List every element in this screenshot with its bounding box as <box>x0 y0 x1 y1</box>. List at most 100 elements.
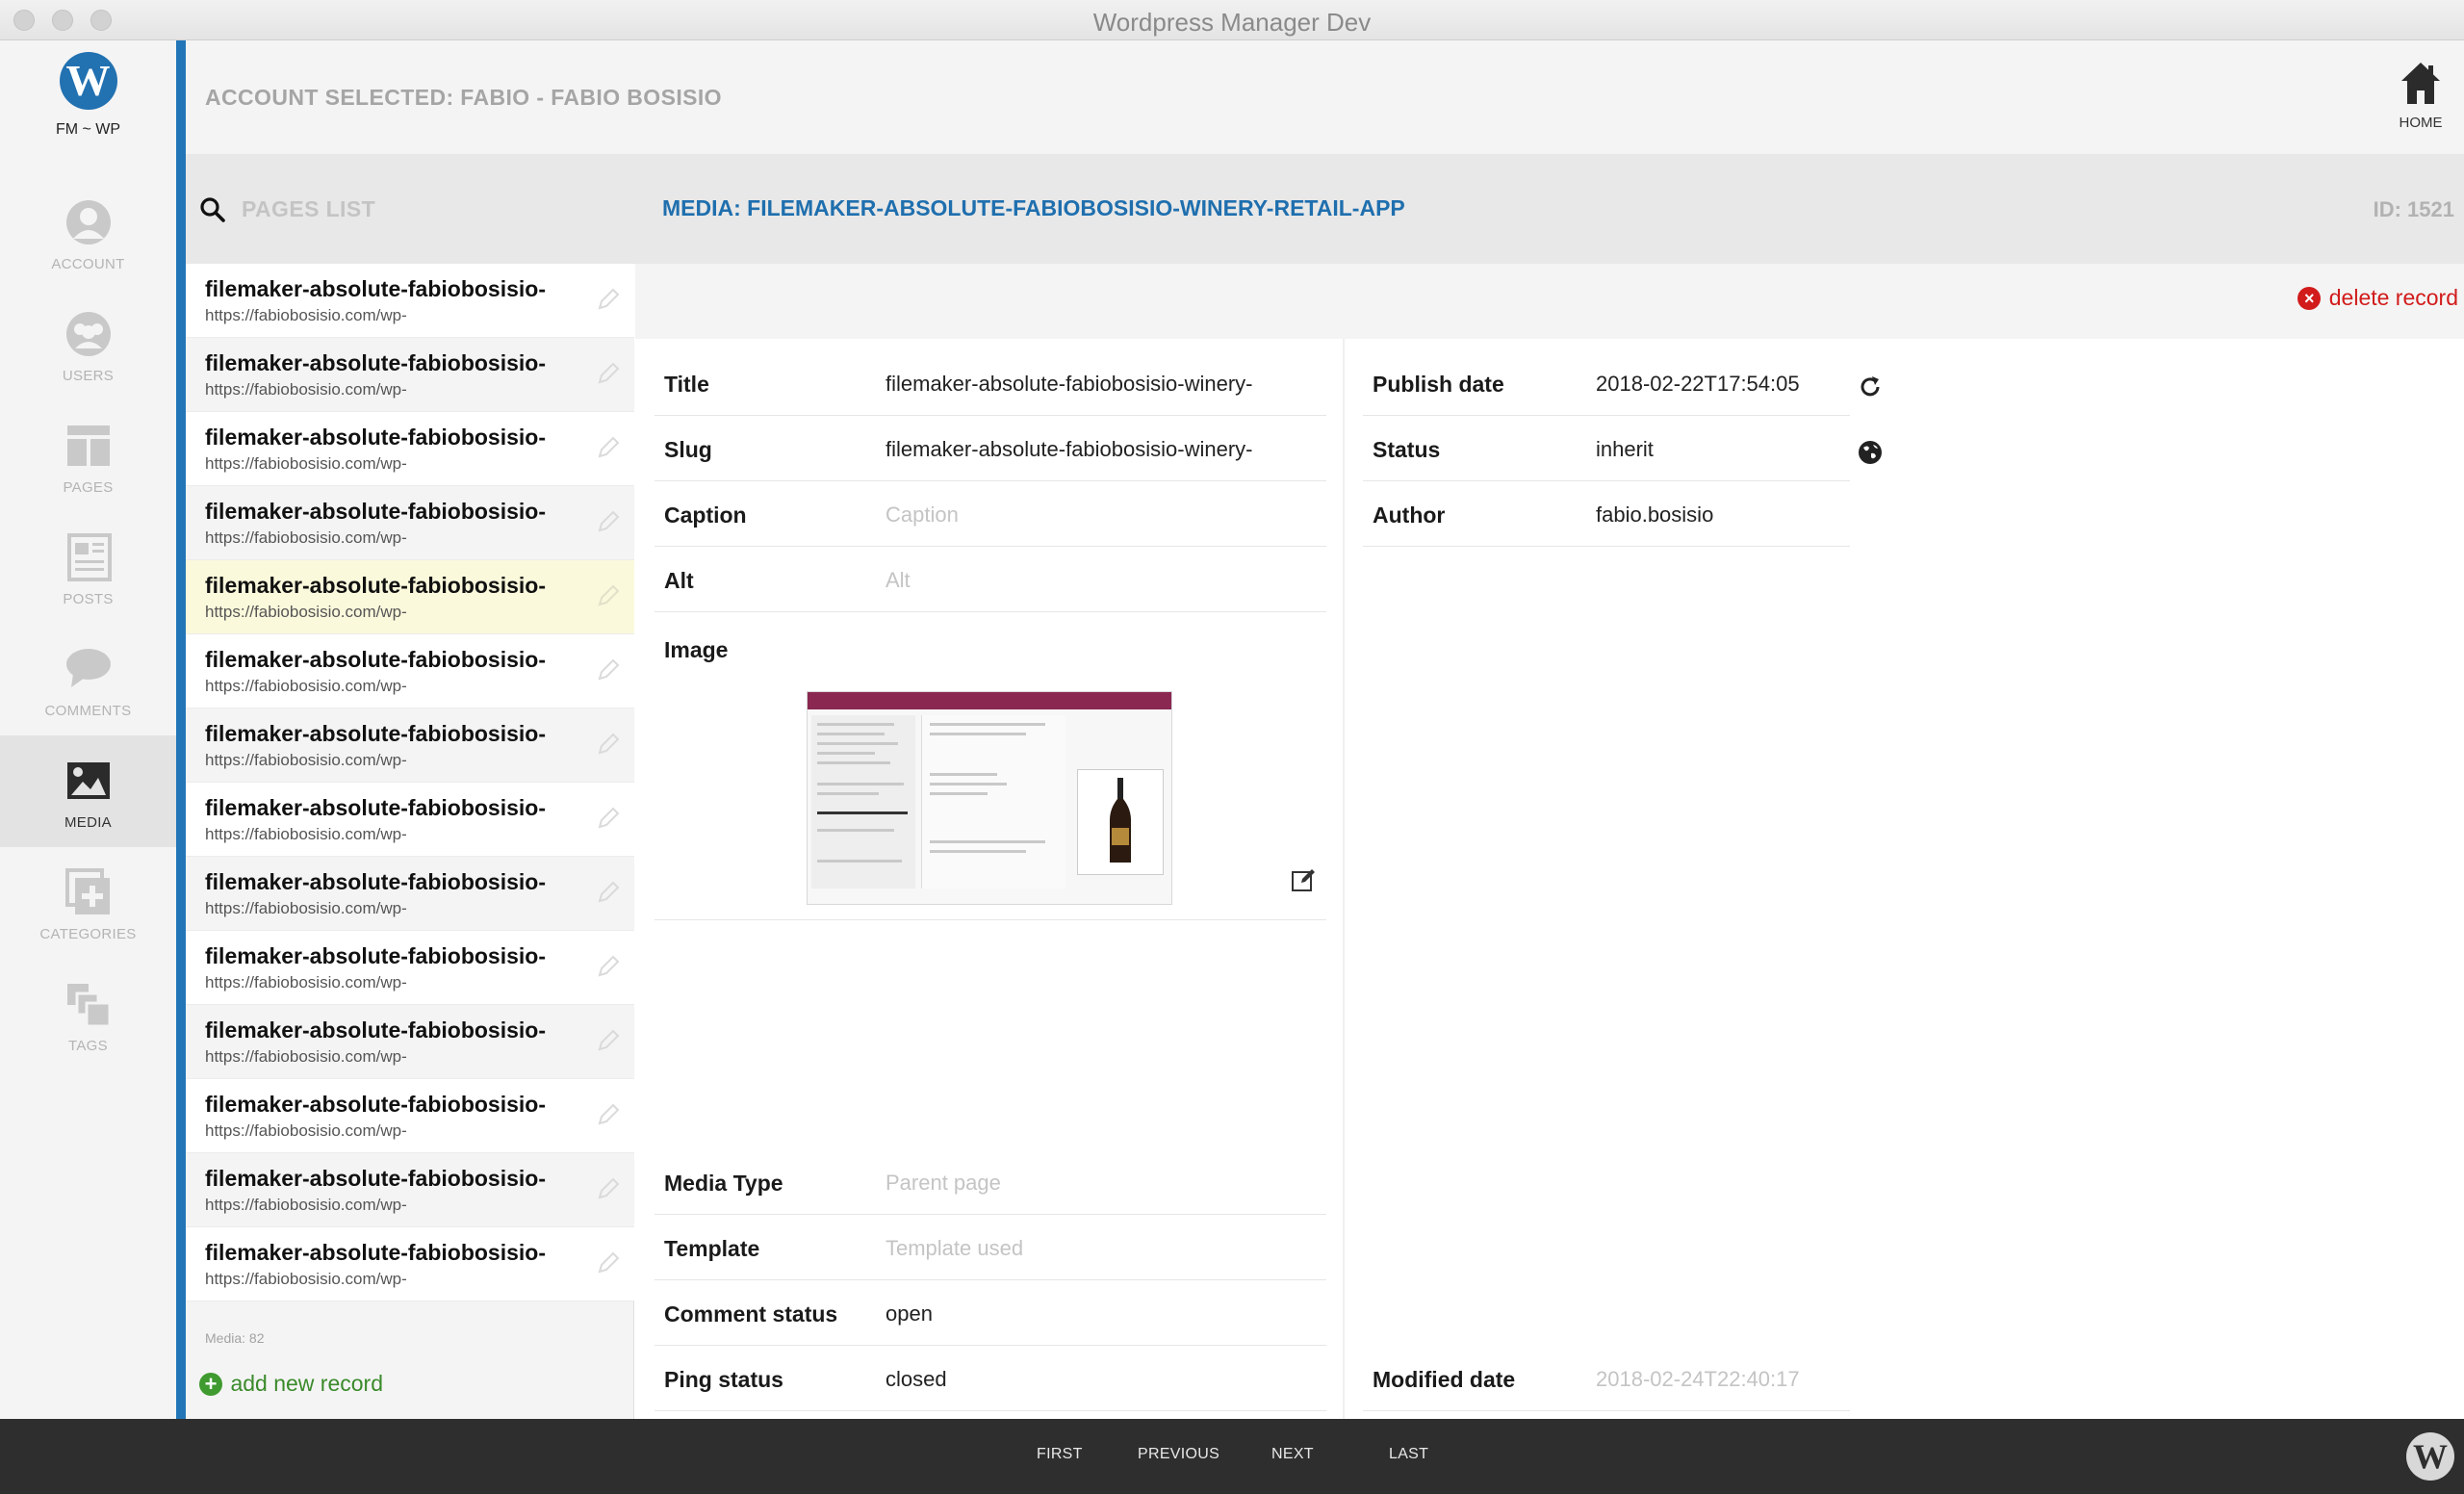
nav-label-account: ACCOUNT <box>51 256 125 272</box>
list-item[interactable]: filemaker-absolute-fabiobosisio- https:/… <box>186 338 634 412</box>
window-title: Wordpress Manager Dev <box>1092 8 1372 37</box>
list-item-title: filemaker-absolute-fabiobosisio- <box>205 350 547 375</box>
publish-date-field[interactable]: Publish date 2018-02-22T17:54:05 <box>1363 350 1850 416</box>
users-icon <box>66 312 111 356</box>
nav-item-comments[interactable]: COMMENTS <box>0 624 176 735</box>
list-item-title: filemaker-absolute-fabiobosisio- <box>205 943 547 968</box>
sub-header: PAGES LIST MEDIA: FILEMAKER-ABSOLUTE-FAB… <box>186 154 2464 264</box>
list-item[interactable]: filemaker-absolute-fabiobosisio- https:/… <box>186 857 634 931</box>
edit-image-icon[interactable] <box>1290 866 1317 893</box>
next-button[interactable]: NEXT <box>1271 1446 1314 1463</box>
comment-status-value[interactable]: open <box>886 1301 933 1327</box>
pencil-icon[interactable] <box>594 952 623 981</box>
pencil-icon[interactable] <box>594 1026 623 1055</box>
ping-status-field[interactable]: Ping status closed <box>654 1346 1326 1411</box>
pencil-icon[interactable] <box>594 878 623 907</box>
media-type-input[interactable]: Parent page <box>886 1171 1001 1196</box>
pencil-icon[interactable] <box>594 656 623 684</box>
list-item-url: https://fabiobosisio.com/wp- <box>205 751 407 769</box>
list-item[interactable]: filemaker-absolute-fabiobosisio- https:/… <box>186 1005 634 1079</box>
search-icon[interactable] <box>199 196 226 223</box>
list-item-url: https://fabiobosisio.com/wp- <box>205 973 407 992</box>
nav-item-pages[interactable]: PAGES <box>0 400 176 512</box>
pages-list-search-label[interactable]: PAGES LIST <box>242 196 375 222</box>
pencil-icon[interactable] <box>594 1249 623 1277</box>
author-value[interactable]: fabio.bosisio <box>1596 502 1713 528</box>
home-button[interactable]: HOME <box>2377 60 2464 137</box>
list-item[interactable]: filemaker-absolute-fabiobosisio- https:/… <box>186 264 634 338</box>
nav-item-users[interactable]: USERS <box>0 289 176 400</box>
author-field[interactable]: Author fabio.bosisio <box>1363 481 1850 547</box>
pencil-icon[interactable] <box>594 507 623 536</box>
list-item[interactable]: filemaker-absolute-fabiobosisio- https:/… <box>186 1153 634 1227</box>
list-item-url: https://fabiobosisio.com/wp- <box>205 1270 407 1288</box>
previous-button[interactable]: PREVIOUS <box>1138 1446 1219 1463</box>
last-button[interactable]: LAST <box>1389 1446 1428 1463</box>
list-item[interactable]: filemaker-absolute-fabiobosisio- https:/… <box>186 931 634 1005</box>
list-item[interactable]: filemaker-absolute-fabiobosisio- https:/… <box>186 783 634 857</box>
publish-date-value[interactable]: 2018-02-22T17:54:05 <box>1596 372 1800 397</box>
slug-label: Slug <box>664 437 712 462</box>
template-input[interactable]: Template used <box>886 1236 1023 1261</box>
list-item-url: https://fabiobosisio.com/wp- <box>205 603 407 621</box>
list-item-url: https://fabiobosisio.com/wp- <box>205 1196 407 1214</box>
account-selected-label: ACCOUNT SELECTED: FABIO - FABIO BOSISIO <box>205 85 722 110</box>
nav-item-tags[interactable]: TAGS <box>0 959 176 1070</box>
user-icon <box>66 200 111 245</box>
pencil-icon[interactable] <box>594 433 623 462</box>
home-icon <box>2401 63 2440 104</box>
tags-icon <box>67 984 112 1028</box>
title-value[interactable]: filemaker-absolute-fabiobosisio-winery- <box>886 372 1253 397</box>
list-item[interactable]: filemaker-absolute-fabiobosisio- https:/… <box>186 1079 634 1153</box>
wordpress-logo-icon[interactable]: W <box>2406 1432 2454 1481</box>
template-field[interactable]: Template Template used <box>654 1215 1326 1280</box>
comment-status-field[interactable]: Comment status open <box>654 1280 1326 1346</box>
ping-status-label: Ping status <box>664 1367 783 1392</box>
list-item[interactable]: filemaker-absolute-fabiobosisio- https:/… <box>186 1227 634 1301</box>
app-logo[interactable]: W FM ~ WP <box>0 52 176 187</box>
caption-field[interactable]: Caption Caption <box>654 481 1326 547</box>
pencil-icon[interactable] <box>594 581 623 610</box>
modified-date-value: 2018-02-24T22:40:17 <box>1596 1367 1800 1391</box>
pencil-icon[interactable] <box>594 730 623 759</box>
alt-field[interactable]: Alt Alt <box>654 547 1326 612</box>
nav-item-posts[interactable]: POSTS <box>0 512 176 624</box>
refresh-icon[interactable] <box>1857 374 1884 400</box>
pencil-icon[interactable] <box>594 285 623 314</box>
nav-item-media[interactable]: MEDIA <box>0 735 176 847</box>
list-item-selected[interactable]: filemaker-absolute-fabiobosisio- https:/… <box>186 560 634 634</box>
media-thumbnail[interactable] <box>807 691 1172 905</box>
caption-input[interactable]: Caption <box>886 502 959 528</box>
list-item-title: filemaker-absolute-fabiobosisio- <box>205 795 547 820</box>
alt-input[interactable]: Alt <box>886 568 911 593</box>
slug-field[interactable]: Slug filemaker-absolute-fabiobosisio-win… <box>654 416 1326 481</box>
template-label: Template <box>664 1236 760 1261</box>
pencil-icon[interactable] <box>594 1174 623 1203</box>
list-item[interactable]: filemaker-absolute-fabiobosisio- https:/… <box>186 708 634 783</box>
categories-icon <box>65 868 110 914</box>
status-value[interactable]: inherit <box>1596 437 1654 462</box>
ping-status-value[interactable]: closed <box>886 1367 947 1392</box>
slug-value[interactable]: filemaker-absolute-fabiobosisio-winery- <box>886 437 1253 462</box>
media-type-field[interactable]: Media Type Parent page <box>654 1149 1326 1215</box>
add-new-record-button[interactable]: + add new record <box>199 1371 383 1400</box>
thumbnail-form-middle <box>921 715 1065 889</box>
delete-record-button[interactable]: × delete record <box>2297 285 2458 314</box>
thumbnail-form-left <box>811 715 915 889</box>
nav-item-categories[interactable]: CATEGORIES <box>0 847 176 959</box>
list-item[interactable]: filemaker-absolute-fabiobosisio- https:/… <box>186 412 634 486</box>
media-list-panel: filemaker-absolute-fabiobosisio- https:/… <box>186 264 634 1419</box>
list-item[interactable]: filemaker-absolute-fabiobosisio- https:/… <box>186 634 634 708</box>
pencil-icon[interactable] <box>594 804 623 833</box>
nav-label-tags: TAGS <box>68 1038 108 1054</box>
nav-item-account[interactable]: ACCOUNT <box>0 177 176 289</box>
first-button[interactable]: FIRST <box>1037 1446 1083 1463</box>
pencil-icon[interactable] <box>594 359 623 388</box>
globe-icon[interactable] <box>1857 439 1884 466</box>
list-item[interactable]: filemaker-absolute-fabiobosisio- https:/… <box>186 486 634 560</box>
status-field[interactable]: Status inherit <box>1363 416 1850 481</box>
pencil-icon[interactable] <box>594 1100 623 1129</box>
title-field[interactable]: Title filemaker-absolute-fabiobosisio-wi… <box>654 350 1326 416</box>
nav-label-pages: PAGES <box>63 479 114 496</box>
image-icon <box>67 762 110 799</box>
